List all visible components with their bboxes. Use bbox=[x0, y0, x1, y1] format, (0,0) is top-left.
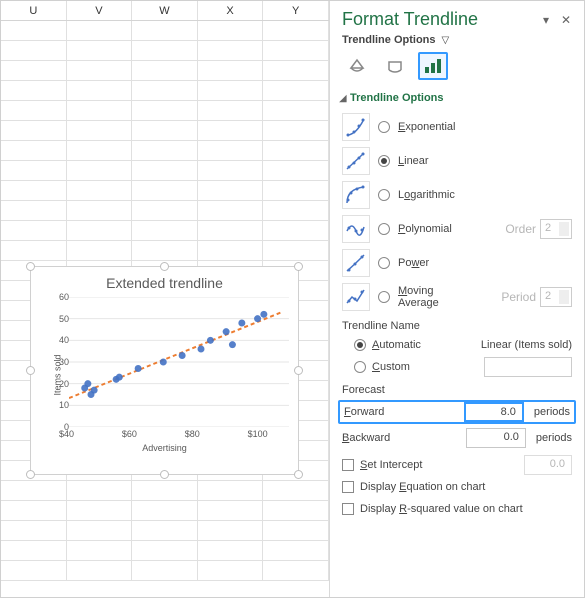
collapse-icon: ◢ bbox=[338, 93, 348, 104]
ytick: 20 bbox=[55, 379, 69, 389]
option-label: Logarithmic bbox=[398, 189, 455, 201]
option-power[interactable]: Power bbox=[342, 246, 572, 280]
section-trendline-options[interactable]: ◢ Trendline Options bbox=[330, 86, 584, 110]
resize-handle[interactable] bbox=[294, 262, 303, 271]
name-custom-row[interactable]: Custom bbox=[342, 356, 572, 378]
option-linear[interactable]: Linear bbox=[342, 144, 572, 178]
pane-title: Format Trendline bbox=[342, 9, 534, 30]
option-label: MovingAverage bbox=[398, 285, 439, 309]
display-equation-label: Display Equation on chart bbox=[360, 481, 485, 493]
resize-handle[interactable] bbox=[294, 470, 303, 479]
forward-label: Forward bbox=[344, 406, 422, 418]
display-r2-row[interactable]: Display R-squared value on chart bbox=[342, 498, 572, 520]
option-label: Power bbox=[398, 257, 429, 269]
dropdown-icon: ▽ bbox=[442, 35, 450, 46]
xtick: $60 bbox=[122, 429, 137, 439]
automatic-label: Automatic bbox=[372, 339, 421, 351]
ytick: 60 bbox=[55, 292, 69, 302]
spreadsheet-area[interactable]: U V W X Y bbox=[1, 1, 329, 597]
checkbox-display-r2[interactable] bbox=[342, 503, 354, 515]
checkbox-set-intercept[interactable] bbox=[342, 459, 354, 471]
exponential-icon bbox=[342, 113, 370, 141]
radio-exponential[interactable] bbox=[378, 121, 390, 133]
forward-unit: periods bbox=[534, 406, 570, 418]
pane-sub-label: Trendline Options bbox=[342, 34, 436, 46]
trendline-name-label: Trendline Name bbox=[330, 314, 584, 334]
pane-menu-icon[interactable]: ▾ bbox=[538, 13, 554, 27]
option-logarithmic[interactable]: Logarithmic bbox=[342, 178, 572, 212]
set-intercept-input: 0.0 bbox=[524, 455, 572, 475]
radio-logarithmic[interactable] bbox=[378, 189, 390, 201]
section-label: Trendline Options bbox=[350, 92, 444, 104]
display-equation-row[interactable]: Display Equation on chart bbox=[342, 476, 572, 498]
col-header-y[interactable]: Y bbox=[263, 1, 329, 20]
order-spinner: 2 bbox=[540, 219, 572, 239]
period-spinner: 2 bbox=[540, 287, 572, 307]
col-header-w[interactable]: W bbox=[132, 1, 198, 20]
close-icon[interactable]: ✕ bbox=[558, 13, 574, 27]
logarithmic-icon bbox=[342, 181, 370, 209]
x-axis-label: Advertising bbox=[31, 443, 298, 453]
fill-line-tab-icon[interactable] bbox=[342, 52, 372, 80]
period-label: Period bbox=[501, 290, 536, 304]
option-polynomial[interactable]: Polynomial Order 2 bbox=[342, 212, 572, 246]
polynomial-icon bbox=[342, 215, 370, 243]
col-header-v[interactable]: V bbox=[67, 1, 133, 20]
moving-average-icon bbox=[342, 283, 370, 311]
option-label: Exponential bbox=[398, 121, 456, 133]
chart-plot[interactable]: Items sold Advertising 0102030405060$40$… bbox=[31, 291, 298, 459]
radio-moving-average[interactable] bbox=[378, 291, 390, 303]
ytick: 10 bbox=[55, 400, 69, 410]
custom-label: Custom bbox=[372, 361, 410, 373]
backward-label: Backward bbox=[342, 432, 420, 444]
name-automatic-row[interactable]: Automatic Linear (Items sold) bbox=[342, 334, 572, 356]
power-icon bbox=[342, 249, 370, 277]
forward-input[interactable]: 8.0 bbox=[464, 402, 524, 422]
radio-custom[interactable] bbox=[354, 361, 366, 373]
set-intercept-label: Set Intercept bbox=[360, 459, 422, 471]
order-label: Order bbox=[505, 222, 536, 236]
chart-object[interactable]: Extended trendline Items sold Advertisin… bbox=[30, 266, 299, 475]
trendline-options-tab-icon[interactable] bbox=[418, 52, 448, 80]
resize-handle[interactable] bbox=[26, 262, 35, 271]
backward-unit: periods bbox=[536, 432, 572, 444]
automatic-value: Linear (Items sold) bbox=[481, 339, 572, 351]
xtick: $100 bbox=[248, 429, 268, 439]
format-trendline-pane: Format Trendline ▾ ✕ Trendline Options ▽… bbox=[329, 1, 584, 597]
resize-handle[interactable] bbox=[26, 470, 35, 479]
radio-power[interactable] bbox=[378, 257, 390, 269]
pane-sub-dropdown[interactable]: Trendline Options ▽ bbox=[330, 34, 584, 52]
set-intercept-row[interactable]: Set Intercept 0.0 bbox=[342, 454, 572, 476]
radio-linear[interactable] bbox=[378, 155, 390, 167]
ytick: 40 bbox=[55, 335, 69, 345]
forecast-backward-row: Backward 0.0 periods bbox=[342, 426, 572, 450]
forecast-forward-row: Forward 8.0 periods bbox=[338, 400, 576, 424]
xtick: $40 bbox=[59, 429, 74, 439]
col-header-u[interactable]: U bbox=[1, 1, 67, 20]
radio-automatic[interactable] bbox=[354, 339, 366, 351]
effects-tab-icon[interactable] bbox=[380, 52, 410, 80]
ytick: 30 bbox=[55, 357, 69, 367]
plot-svg bbox=[69, 297, 289, 427]
resize-handle[interactable] bbox=[160, 262, 169, 271]
custom-name-input[interactable] bbox=[484, 357, 572, 377]
resize-handle[interactable] bbox=[160, 470, 169, 479]
column-headers: U V W X Y bbox=[1, 1, 329, 21]
option-label: Polynomial bbox=[398, 223, 452, 235]
radio-polynomial[interactable] bbox=[378, 223, 390, 235]
xtick: $80 bbox=[185, 429, 200, 439]
forecast-label: Forecast bbox=[330, 378, 584, 398]
option-moving-average[interactable]: MovingAverage Period 2 bbox=[342, 280, 572, 314]
display-r2-label: Display R-squared value on chart bbox=[360, 503, 523, 515]
col-header-x[interactable]: X bbox=[198, 1, 264, 20]
linear-icon bbox=[342, 147, 370, 175]
ytick: 50 bbox=[55, 314, 69, 324]
checkbox-display-equation[interactable] bbox=[342, 481, 354, 493]
option-label: Linear bbox=[398, 155, 429, 167]
option-exponential[interactable]: Exponential bbox=[342, 110, 572, 144]
backward-input[interactable]: 0.0 bbox=[466, 428, 526, 448]
